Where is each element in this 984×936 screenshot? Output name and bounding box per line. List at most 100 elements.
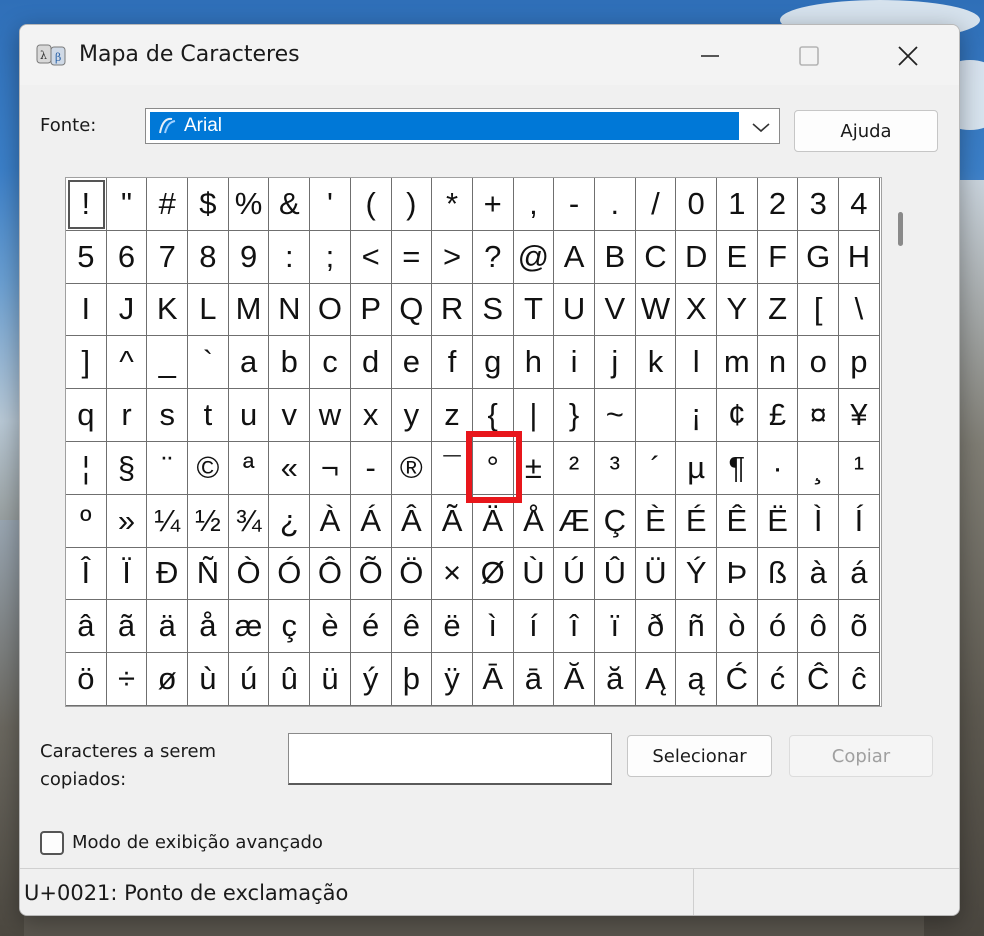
char-cell[interactable]: @ (513, 230, 555, 284)
close-button[interactable] (885, 39, 931, 73)
char-cell[interactable]: 9 (228, 230, 270, 284)
char-cell[interactable]: À (310, 494, 351, 548)
scrollbar-thumb[interactable] (898, 212, 903, 246)
char-cell[interactable]: v (269, 389, 311, 442)
char-cell[interactable]: M (228, 283, 270, 337)
char-cell[interactable]: I (66, 283, 107, 337)
char-cell[interactable]: ô (798, 600, 840, 654)
char-cell[interactable] (635, 389, 677, 442)
char-cell[interactable]: Û (594, 547, 636, 601)
char-cell[interactable]: F (757, 230, 799, 284)
char-cell[interactable]: ª (228, 441, 270, 495)
char-cell[interactable]: A (554, 230, 595, 284)
char-cell[interactable]: S (472, 283, 514, 337)
char-cell[interactable]: Ì (798, 494, 840, 548)
char-cell[interactable]: " (106, 178, 148, 231)
char-cell[interactable]: ù (188, 653, 229, 706)
char-cell[interactable]: à (798, 547, 840, 601)
char-cell[interactable]: & (269, 178, 311, 231)
char-cell[interactable]: l (676, 336, 717, 390)
char-cell[interactable]: y (391, 389, 433, 442)
char-cell[interactable]: \ (839, 283, 880, 337)
char-cell[interactable]: 7 (147, 230, 189, 284)
char-cell[interactable]: Ç (594, 494, 636, 548)
char-cell[interactable]: - (554, 178, 595, 231)
char-cell[interactable]: * (432, 178, 473, 231)
char-cell[interactable]: © (188, 441, 229, 495)
char-cell[interactable]: _ (147, 336, 189, 390)
char-cell[interactable]: Î (66, 547, 107, 601)
char-cell[interactable]: ý (350, 653, 392, 706)
char-cell[interactable]: ĉ (839, 653, 880, 706)
char-cell[interactable]: ç (269, 600, 311, 654)
char-cell[interactable]: k (635, 336, 677, 390)
char-cell[interactable]: u (228, 389, 270, 442)
char-cell[interactable]: õ (839, 600, 880, 654)
font-dropdown[interactable]: Arial (145, 108, 780, 144)
char-cell[interactable]: Â (391, 494, 433, 548)
char-cell[interactable]: ? (472, 230, 514, 284)
char-cell[interactable]: O (310, 283, 351, 337)
char-cell[interactable]: X (676, 283, 717, 337)
char-cell[interactable]: £ (757, 389, 799, 442)
char-cell[interactable]: þ (391, 653, 433, 706)
char-cell[interactable]: ¼ (147, 494, 189, 548)
char-cell[interactable]: Ø (472, 547, 514, 601)
char-cell[interactable]: 6 (106, 230, 148, 284)
char-cell[interactable]: 4 (839, 178, 880, 231)
char-cell[interactable]: Ā (472, 653, 514, 706)
char-cell[interactable]: 5 (66, 230, 107, 284)
char-cell[interactable]: B (594, 230, 636, 284)
char-cell[interactable]: ! (66, 178, 107, 231)
char-cell[interactable]: ÿ (432, 653, 473, 706)
char-cell[interactable]: T (513, 283, 555, 337)
char-cell[interactable]: f (432, 336, 473, 390)
char-cell[interactable]: m (717, 336, 758, 390)
char-cell[interactable]: Ă (554, 653, 595, 706)
char-cell[interactable]: D (676, 230, 717, 284)
char-cell[interactable]: ( (350, 178, 392, 231)
char-cell[interactable]: á (839, 547, 880, 601)
char-cell[interactable]: ë (432, 600, 473, 654)
char-cell[interactable]: ¸ (798, 441, 840, 495)
char-cell[interactable]: ö (66, 653, 107, 706)
char-cell[interactable]: ã (106, 600, 148, 654)
char-cell[interactable]: [ (798, 283, 840, 337)
char-cell[interactable]: ó (757, 600, 799, 654)
char-cell[interactable]: s (147, 389, 189, 442)
char-cell[interactable]: ~ (594, 389, 636, 442)
char-cell[interactable]: 0 (676, 178, 717, 231)
char-cell[interactable]: 3 (798, 178, 840, 231)
char-cell[interactable]: 8 (188, 230, 229, 284)
char-cell[interactable]: r (106, 389, 148, 442)
char-cell[interactable]: Ë (757, 494, 799, 548)
char-cell[interactable]: Ó (269, 547, 311, 601)
char-cell[interactable]: x (350, 389, 392, 442)
char-cell[interactable]: Ú (554, 547, 595, 601)
grid-scrollbar[interactable] (885, 177, 915, 707)
char-cell[interactable]: ä (147, 600, 189, 654)
char-cell[interactable]: - (350, 441, 392, 495)
char-cell[interactable]: ; (310, 230, 351, 284)
char-cell[interactable]: â (66, 600, 107, 654)
char-cell[interactable]: ì (472, 600, 514, 654)
char-cell[interactable]: = (391, 230, 433, 284)
char-cell[interactable]: ¢ (717, 389, 758, 442)
char-cell[interactable]: + (472, 178, 514, 231)
char-cell[interactable]: µ (676, 441, 717, 495)
char-cell[interactable]: Ć (717, 653, 758, 706)
char-cell[interactable]: é (350, 600, 392, 654)
char-cell[interactable]: C (635, 230, 677, 284)
char-cell[interactable]: w (310, 389, 351, 442)
char-cell[interactable]: ^ (106, 336, 148, 390)
char-cell[interactable]: Ą (635, 653, 677, 706)
advanced-view-checkbox[interactable] (40, 831, 64, 855)
char-cell[interactable]: } (554, 389, 595, 442)
char-cell[interactable]: ¡ (676, 389, 717, 442)
char-cell[interactable]: E (717, 230, 758, 284)
char-cell[interactable]: Q (391, 283, 433, 337)
char-cell[interactable]: É (676, 494, 717, 548)
char-cell[interactable]: U (554, 283, 595, 337)
char-cell[interactable]: è (310, 600, 351, 654)
char-cell[interactable]: ¹ (839, 441, 880, 495)
